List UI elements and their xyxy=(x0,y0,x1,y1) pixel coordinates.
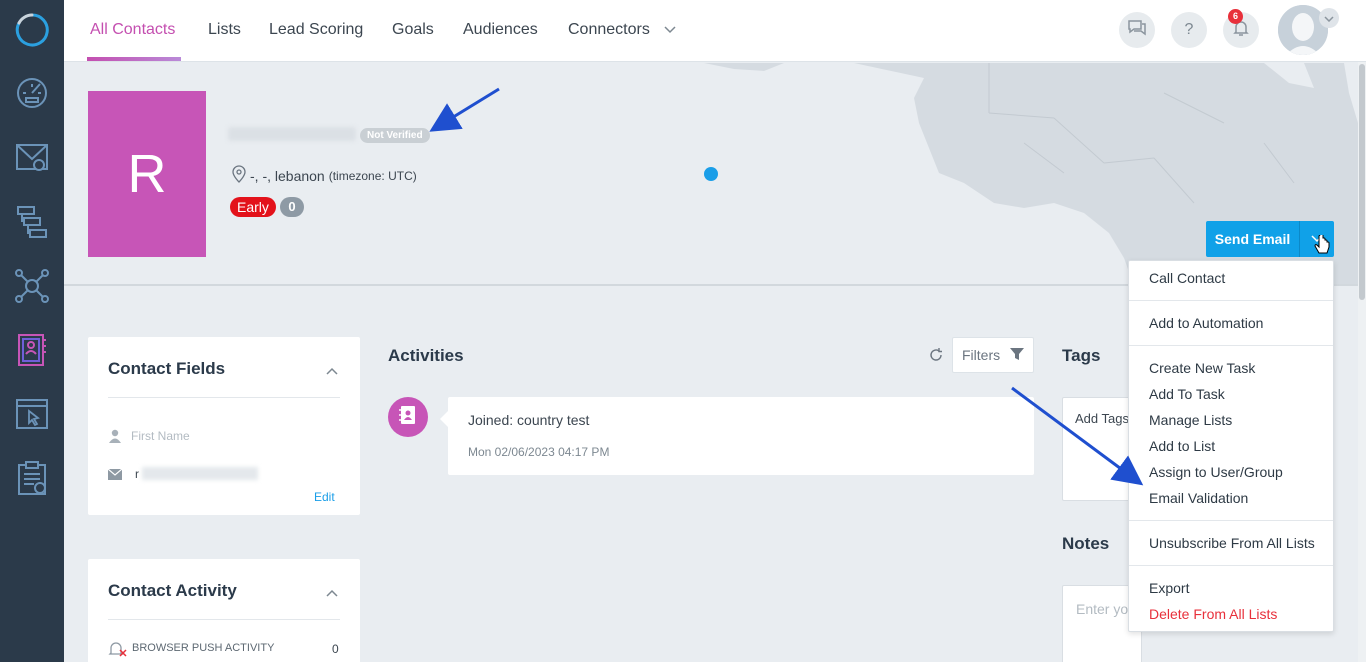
person-icon xyxy=(108,429,122,448)
active-tab-indicator xyxy=(87,57,181,61)
tab-connectors-label: Connectors xyxy=(568,21,650,38)
email-field-prefix: r xyxy=(135,467,139,481)
funnel-icon xyxy=(1010,347,1024,364)
sidebar xyxy=(0,0,64,662)
menu-item-export[interactable]: Export xyxy=(1149,580,1189,596)
chat-bubbles-icon xyxy=(1126,18,1148,43)
tab-goals[interactable]: Goals xyxy=(392,0,434,62)
chevron-down-icon xyxy=(1324,9,1334,27)
menu-separator xyxy=(1129,300,1333,301)
help-icon: ? xyxy=(1184,21,1194,38)
browser-push-muted-icon xyxy=(108,641,128,662)
timezone-text: (timezone: UTC) xyxy=(328,168,417,183)
refresh-icon[interactable] xyxy=(928,347,944,363)
user-avatar-icon xyxy=(1278,5,1328,55)
activities-title: Activities xyxy=(388,346,464,365)
tab-all-contacts[interactable]: All Contacts xyxy=(90,0,175,62)
menu-item-add-to-list[interactable]: Add to List xyxy=(1149,438,1215,454)
edit-contact-fields-link[interactable]: Edit xyxy=(314,490,335,504)
menu-item-create-new-task[interactable]: Create New Task xyxy=(1149,360,1255,376)
verification-status-badge: Not Verified xyxy=(360,128,430,143)
top-navigation: All Contacts Lists Lead Scoring Goals Au… xyxy=(64,0,1366,62)
menu-item-manage-lists[interactable]: Manage Lists xyxy=(1149,412,1232,428)
contact-fields-card: Contact Fields First Name r Edit xyxy=(88,337,360,515)
contact-header: R Not Verified -, -, lebanon (timezone: … xyxy=(64,63,1358,286)
menu-item-unsubscribe-all-lists[interactable]: Unsubscribe From All Lists xyxy=(1149,535,1315,551)
lead-score-badge: 0 xyxy=(280,197,304,217)
filters-button[interactable]: Filters xyxy=(952,337,1034,373)
menu-item-add-to-task[interactable]: Add To Task xyxy=(1149,386,1225,402)
contacts-icon[interactable] xyxy=(14,332,50,368)
divider xyxy=(108,397,340,398)
help-button[interactable]: ? xyxy=(1171,12,1207,48)
add-tags-input[interactable]: Add Tags xyxy=(1075,411,1129,426)
activity-item: Joined: country test Mon 02/06/2023 04:1… xyxy=(440,397,1034,475)
page-scrollbar-thumb[interactable] xyxy=(1359,64,1365,300)
envelope-icon xyxy=(107,467,123,485)
contact-fields-title: Contact Fields xyxy=(108,359,226,378)
contact-activity-title: Contact Activity xyxy=(108,581,237,600)
notification-count-badge: 6 xyxy=(1228,9,1243,24)
activity-item-timestamp: Mon 02/06/2023 04:17 PM xyxy=(468,445,610,459)
menu-item-email-validation[interactable]: Email Validation xyxy=(1149,490,1248,506)
filters-label: Filters xyxy=(962,347,1001,363)
notes-placeholder: Enter yo xyxy=(1076,601,1129,617)
activity-row-count: 0 xyxy=(332,642,339,656)
contact-activity-card: Contact Activity BROWSER PUSH ACTIVITY 0 xyxy=(88,559,360,662)
divider xyxy=(108,619,340,620)
mouse-cursor-hand-icon xyxy=(1314,233,1330,262)
location-text: -, -, lebanon xyxy=(250,167,325,184)
app-logo-icon[interactable] xyxy=(14,12,50,48)
first-name-field[interactable]: First Name xyxy=(131,429,190,443)
user-menu-chevron[interactable] xyxy=(1319,8,1339,28)
lead-stage-badge: Early xyxy=(230,197,276,217)
network-hub-icon[interactable] xyxy=(14,268,50,304)
menu-separator xyxy=(1129,520,1333,521)
contact-book-icon xyxy=(399,405,417,430)
send-email-button[interactable]: Send Email xyxy=(1206,221,1300,257)
collapse-chevron-icon[interactable] xyxy=(326,362,338,380)
menu-item-delete-from-all-lists[interactable]: Delete From All Lists xyxy=(1149,606,1277,622)
notifications-button[interactable]: 6 xyxy=(1223,9,1259,48)
menu-item-call-contact[interactable]: Call Contact xyxy=(1149,270,1225,286)
menu-item-add-to-automation[interactable]: Add to Automation xyxy=(1149,315,1263,331)
collapse-chevron-icon[interactable] xyxy=(326,584,338,602)
landing-page-icon[interactable] xyxy=(14,396,50,432)
notes-title: Notes xyxy=(1062,534,1110,553)
tab-lists[interactable]: Lists xyxy=(208,0,241,62)
automation-flow-icon[interactable] xyxy=(14,204,50,240)
tab-lead-scoring[interactable]: Lead Scoring xyxy=(269,0,363,62)
contact-avatar: R xyxy=(88,91,206,257)
menu-item-assign-to-user-group[interactable]: Assign to User/Group xyxy=(1149,464,1283,480)
chat-button[interactable] xyxy=(1119,12,1155,48)
contact-location: -, -, lebanon (timezone: UTC) xyxy=(232,165,417,186)
menu-separator xyxy=(1129,565,1333,566)
map-location-marker xyxy=(704,167,718,181)
contact-actions-menu: Call Contact Add to Automation Create Ne… xyxy=(1128,260,1334,632)
contact-email-redacted xyxy=(228,127,356,141)
chevron-down-icon xyxy=(664,0,676,60)
tags-title: Tags xyxy=(1062,346,1101,365)
tab-connectors[interactable]: Connectors xyxy=(568,0,676,62)
map-pin-icon xyxy=(232,165,246,186)
activity-type-icon xyxy=(388,397,428,437)
dashboard-gauge-icon[interactable] xyxy=(14,74,50,110)
email-field-redacted xyxy=(142,467,258,480)
tab-audiences[interactable]: Audiences xyxy=(463,0,538,62)
menu-separator xyxy=(1129,345,1333,346)
activity-row-label: BROWSER PUSH ACTIVITY xyxy=(132,642,275,654)
activity-item-text: Joined: country test xyxy=(468,412,590,428)
email-campaign-icon[interactable] xyxy=(14,139,50,175)
forms-clipboard-icon[interactable] xyxy=(14,460,50,496)
